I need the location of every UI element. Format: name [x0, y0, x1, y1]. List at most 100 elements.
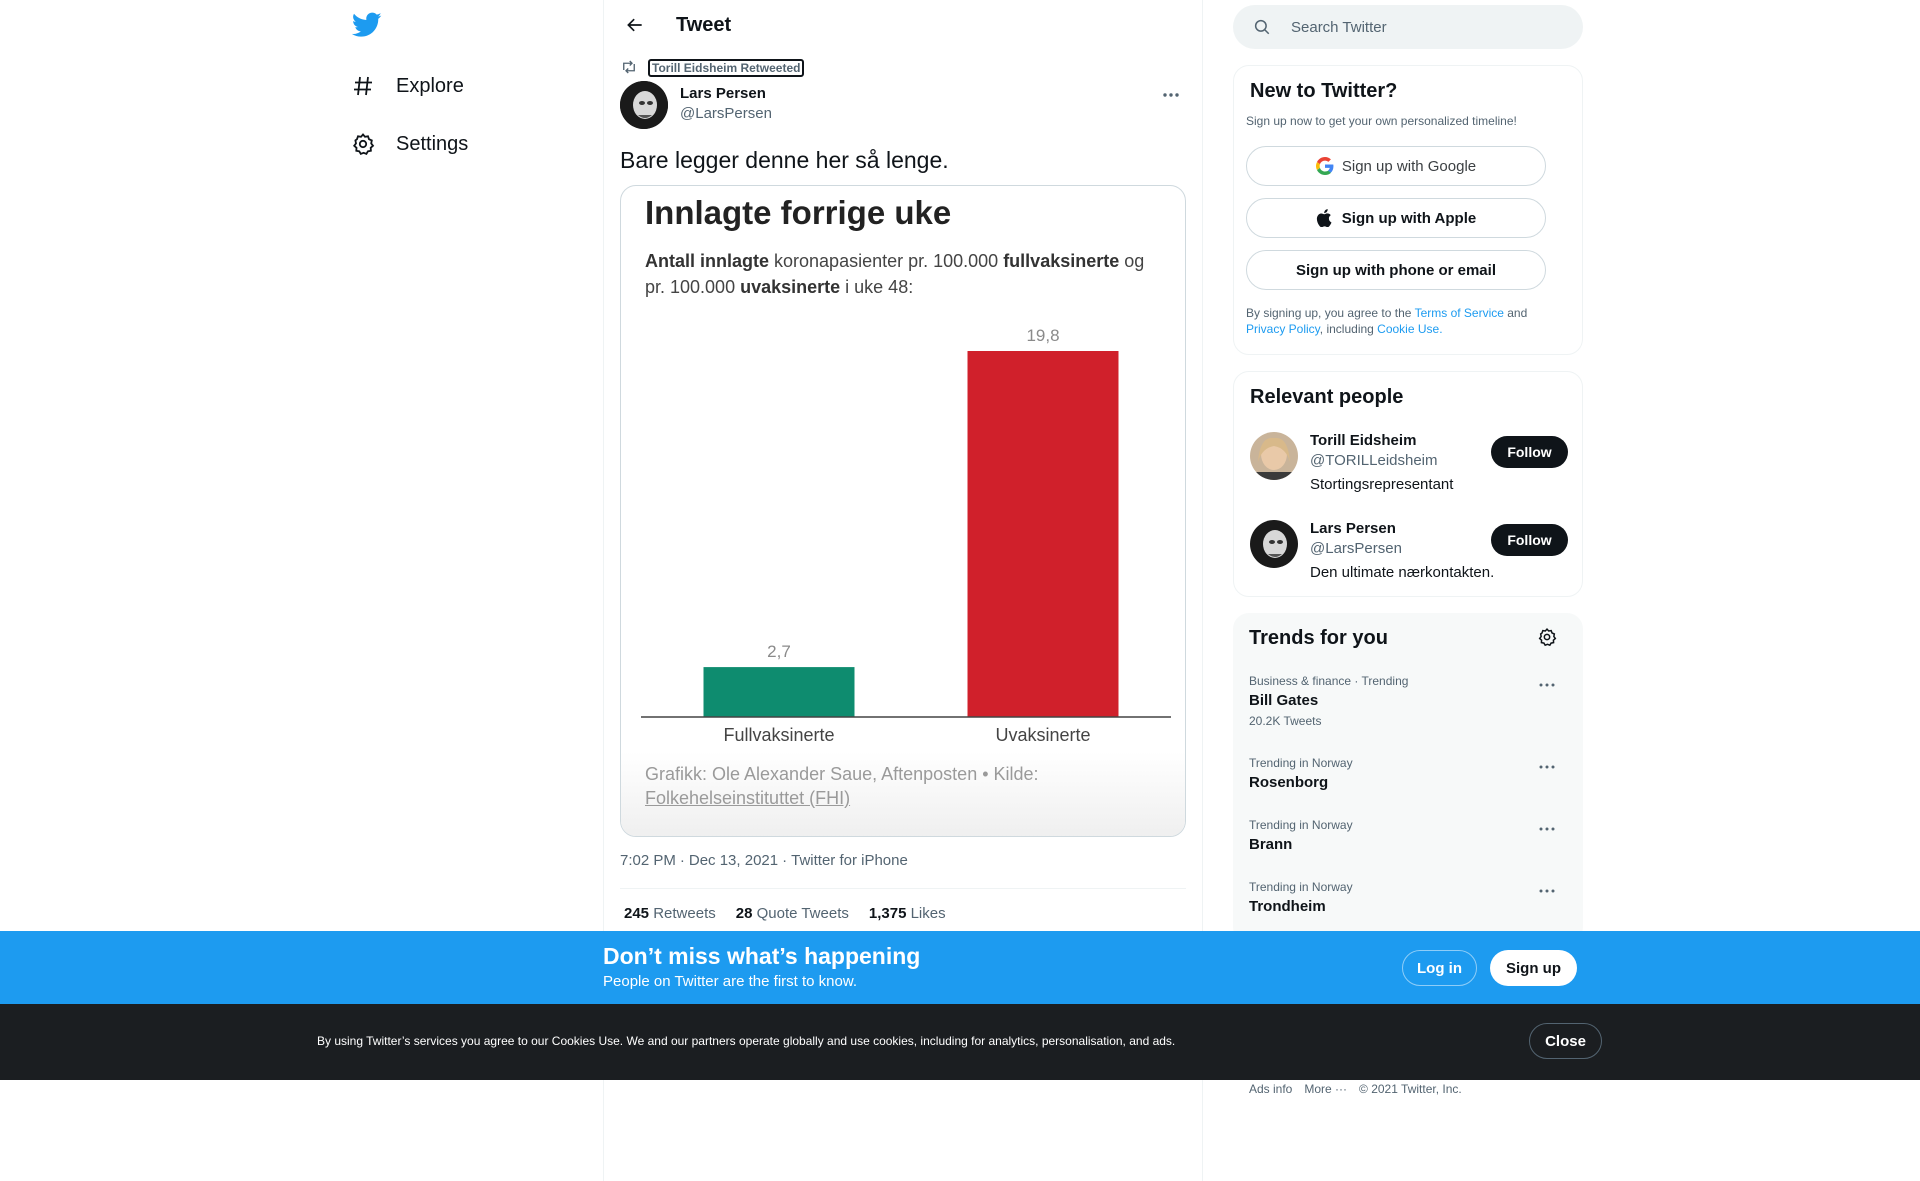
trend-context: Trending in Norway	[1249, 818, 1353, 832]
bar-chart: 2,7 Fullvaksinerte 19,8 Uvaksinerte	[641, 326, 1171, 745]
trend-context: Trending in Norway	[1249, 880, 1353, 894]
twitter-logo-icon[interactable]	[351, 12, 384, 44]
more-dots-icon[interactable]	[1535, 819, 1559, 839]
trend-item[interactable]: Trending in Norway Trondheim	[1249, 879, 1567, 917]
person-handle[interactable]: @LarsPersen	[1310, 540, 1402, 557]
tweet-text: Bare legger denne her så lenge.	[620, 147, 949, 173]
more-dots-icon[interactable]	[1535, 757, 1559, 777]
retweets-stat[interactable]: 245 Retweets	[624, 905, 716, 922]
search-input[interactable]	[1291, 18, 1551, 36]
person-item[interactable]: Torill Eidsheim @TORILLeidsheim Storting…	[1250, 432, 1568, 502]
tweet-author: Lars Persen @LarsPersen	[620, 81, 772, 129]
person-handle[interactable]: @TORILLeidsheim	[1310, 452, 1438, 469]
signup-google-label: Sign up with Google	[1341, 157, 1477, 175]
cookie-text: By using Twitter’s services you agree to…	[317, 1034, 1176, 1048]
more-dots-icon[interactable]	[1535, 881, 1559, 901]
relevant-people-card: Relevant people Torill Eidsheim @TORILLe…	[1233, 371, 1583, 597]
nav-explore[interactable]: Explore	[350, 64, 464, 108]
nav-explore-label: Explore	[396, 74, 464, 97]
trend-item[interactable]: Business & finance · Trending Bill Gates…	[1249, 673, 1567, 729]
avatar[interactable]	[620, 81, 668, 129]
tweet-stats: 245 Retweets 28 Quote Tweets 1,375 Likes	[624, 905, 946, 922]
new-to-twitter-card: New to Twitter? Sign up now to get your …	[1233, 65, 1583, 355]
banner-title: Don’t miss what’s happening	[603, 943, 921, 969]
search-bar[interactable]	[1233, 5, 1583, 49]
card-title: Trends for you	[1249, 627, 1388, 649]
person-name[interactable]: Torill Eidsheim	[1310, 432, 1416, 449]
login-banner: Don’t miss what’s happening People on Tw…	[0, 931, 1920, 1004]
hashtag-icon	[350, 73, 376, 99]
retweeted-by-link[interactable]: Torill Eidsheim Retweeted	[648, 59, 805, 77]
bar-value-label: 19,8	[1026, 326, 1059, 345]
trend-count: 20.2K Tweets	[1249, 714, 1322, 728]
follow-button[interactable]: Follow	[1491, 524, 1568, 556]
divider	[620, 888, 1186, 889]
author-handle[interactable]: @LarsPersen	[680, 104, 772, 124]
page-title: Tweet	[676, 14, 732, 36]
gear-icon	[350, 131, 376, 157]
nav-settings[interactable]: Settings	[350, 122, 468, 166]
category-label: Fullvaksinerte	[723, 725, 834, 745]
nav-settings-label: Settings	[396, 132, 469, 155]
avatar[interactable]	[1250, 432, 1298, 480]
trend-name: Rosenborg	[1249, 774, 1329, 791]
likes-stat[interactable]: 1,375 Likes	[869, 905, 946, 922]
tweet-source[interactable]: Twitter for iPhone	[791, 852, 908, 869]
login-button[interactable]: Log in	[1402, 950, 1477, 986]
person-bio: Den ultimate nærkontakten.	[1310, 564, 1495, 581]
app-root: Explore Settings Tweet Torill Eidsheim R…	[0, 0, 1920, 1181]
bar-value-label: 2,7	[767, 642, 791, 661]
signup-phone-label: Sign up with phone or email	[1295, 261, 1496, 279]
quotes-stat[interactable]: 28 Quote Tweets	[736, 905, 849, 922]
card-subtitle: Sign up now to get your own personalized…	[1246, 114, 1517, 128]
more-dots-icon[interactable]	[1535, 675, 1559, 695]
trend-item[interactable]: Trending in Norway Brann	[1249, 817, 1567, 855]
trend-name: Brann	[1249, 836, 1293, 853]
cookie-link[interactable]: Cookie Use.	[1377, 322, 1442, 336]
apple-icon	[1316, 209, 1334, 227]
terms-link[interactable]: Terms of Service	[1415, 306, 1504, 320]
back-button[interactable]	[618, 10, 652, 44]
card-title: New to Twitter?	[1250, 80, 1398, 102]
trend-name: Trondheim	[1249, 898, 1326, 915]
more-dots-icon	[1162, 85, 1180, 103]
trend-context: Trending in Norway	[1249, 756, 1353, 770]
author-name[interactable]: Lars Persen	[680, 84, 772, 104]
signup-phone-button[interactable]: Sign up with phone or email	[1246, 250, 1546, 290]
retweet-icon	[620, 58, 640, 78]
person-item[interactable]: Lars Persen @LarsPersen Den ultimate nær…	[1250, 520, 1568, 590]
terms-text: By signing up, you agree to the Terms of…	[1246, 306, 1528, 336]
person-name[interactable]: Lars Persen	[1310, 520, 1396, 537]
avatar[interactable]	[1250, 520, 1298, 568]
chart-bar	[967, 351, 1119, 717]
sidebar-footer: Ads info More ··· © 2021 Twitter, Inc.	[1249, 1082, 1462, 1096]
google-icon	[1315, 157, 1334, 175]
close-button[interactable]: Close	[1529, 1023, 1602, 1059]
person-bio: Stortingsrepresentant	[1310, 476, 1454, 493]
privacy-link[interactable]: Privacy Policy	[1246, 322, 1320, 336]
card-title: Relevant people	[1250, 386, 1404, 408]
tweet-time[interactable]: 7:02 PM	[620, 852, 676, 869]
more-link[interactable]: More ···	[1304, 1082, 1347, 1096]
ads-info-link[interactable]: Ads info	[1249, 1082, 1292, 1096]
tweet-more-button[interactable]	[1154, 84, 1188, 104]
trend-context: Business & finance · Trending	[1249, 674, 1409, 688]
gear-icon[interactable]	[1537, 627, 1559, 649]
tweet-meta: 7:02 PM · Dec 13, 2021 · Twitter for iPhone	[620, 852, 908, 869]
tweet-media-chart[interactable]: Innlagte forrige uke Antall innlagte kor…	[620, 185, 1186, 837]
signup-apple-label: Sign up with Apple	[1341, 209, 1477, 227]
copyright: © 2021 Twitter, Inc.	[1359, 1082, 1462, 1096]
cookie-bar: By using Twitter’s services you agree to…	[0, 1004, 1920, 1080]
tweet-date[interactable]: Dec 13, 2021	[689, 852, 778, 869]
trend-name: Bill Gates	[1249, 692, 1319, 709]
trend-item[interactable]: Trending in Norway Rosenborg	[1249, 755, 1567, 793]
signup-apple-button[interactable]: Sign up with Apple	[1246, 198, 1546, 238]
source-credit: Grafikk: Ole Alexander Saue, Aftenposten…	[645, 764, 1039, 784]
banner-subtitle: People on Twitter are the first to know.	[603, 973, 858, 990]
signup-google-button[interactable]: Sign up with Google	[1246, 146, 1546, 186]
chart-bar	[703, 667, 855, 717]
arrow-left-icon	[625, 15, 645, 40]
signup-button[interactable]: Sign up	[1490, 950, 1577, 986]
source-link: Folkehelseinstituttet (FHI)	[645, 788, 851, 808]
follow-button[interactable]: Follow	[1491, 436, 1568, 468]
